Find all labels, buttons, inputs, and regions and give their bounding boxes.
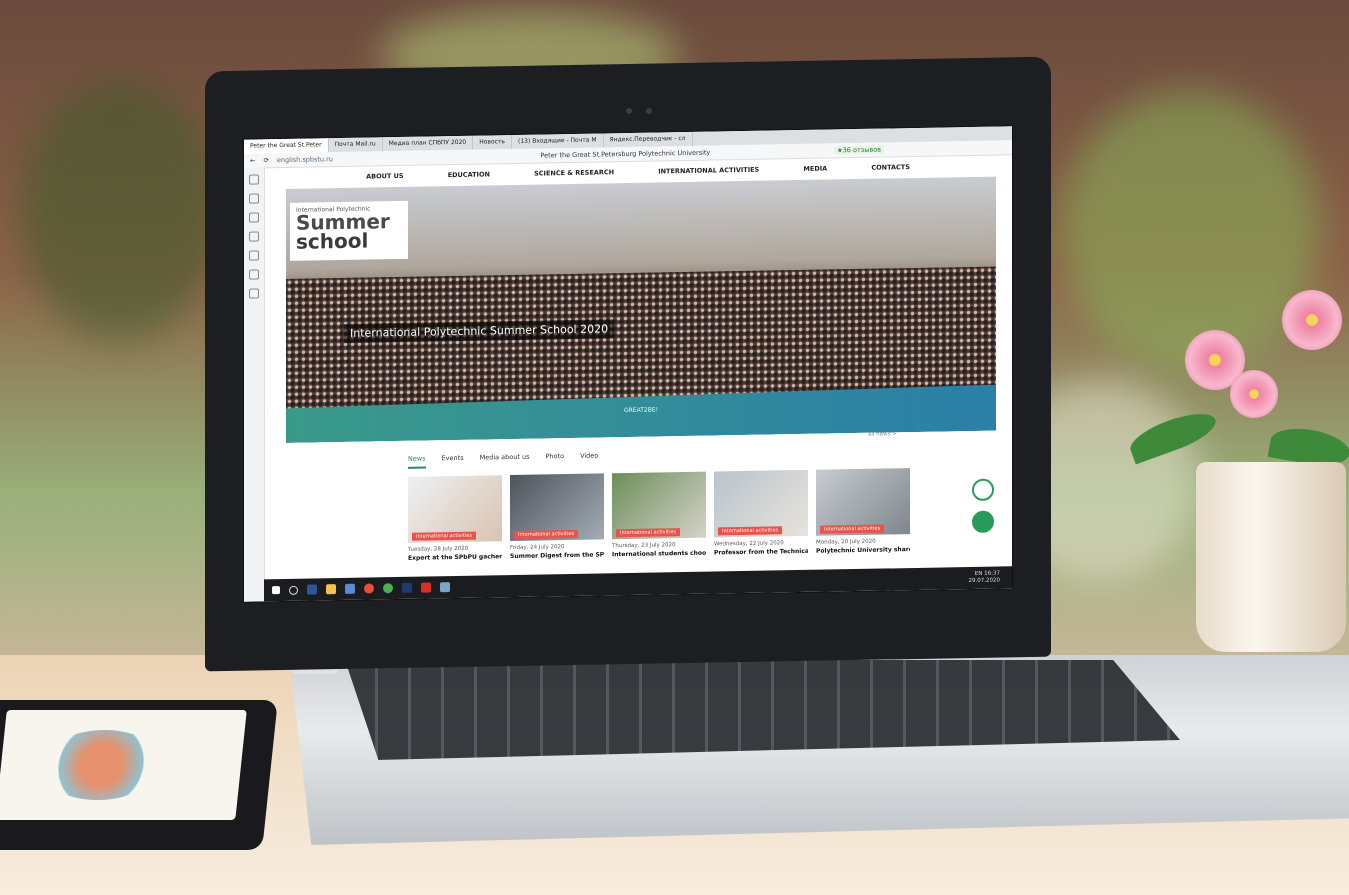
- tab-events[interactable]: Events: [442, 454, 464, 468]
- url-field[interactable]: english.spbstu.ru: [277, 154, 417, 164]
- news-photo: International activities: [714, 469, 808, 538]
- history-icon[interactable]: [249, 231, 259, 242]
- profile-icon[interactable]: [249, 174, 259, 185]
- news-title[interactable]: Expert at the SPbPU gachen: [408, 553, 502, 562]
- scroll-up-button[interactable]: [972, 478, 994, 501]
- nav-media[interactable]: MEDIA: [803, 165, 827, 173]
- category-tag[interactable]: International activities: [718, 526, 783, 536]
- reviews-badge[interactable]: ★36 отзывов: [833, 145, 884, 155]
- image-viewer-icon[interactable]: [440, 582, 450, 593]
- windows-start-icon[interactable]: [272, 586, 280, 595]
- collections-icon[interactable]: [249, 269, 259, 280]
- news-card[interactable]: International activities Wednesday, 22 J…: [714, 469, 808, 557]
- news-date: Monday, 20 July 2020: [816, 538, 876, 546]
- messenger-button[interactable]: [972, 510, 994, 533]
- tab-media-about-us[interactable]: Media about us: [480, 453, 530, 468]
- bokeh-foliage-right: [1060, 90, 1320, 370]
- flower: [1282, 290, 1342, 350]
- flower: [1230, 370, 1278, 418]
- word-icon[interactable]: [307, 584, 317, 595]
- summer-school-logo[interactable]: International Polytechnic Summer school: [290, 200, 408, 261]
- news-photo: International activities: [816, 468, 910, 536]
- star-icon[interactable]: [249, 250, 259, 261]
- browser-tab[interactable]: Новость: [473, 135, 512, 150]
- news-card[interactable]: International activities Friday, 24 July…: [510, 473, 604, 560]
- news-title[interactable]: Professor from the Technical: [714, 548, 808, 557]
- browser-tab[interactable]: (13) Входящие - Почта М: [511, 133, 604, 150]
- browser-tab[interactable]: Почта Mail.ru: [328, 137, 383, 153]
- file-explorer-icon[interactable]: [326, 584, 336, 595]
- news-title[interactable]: Polytechnic University shared: [816, 546, 910, 555]
- browser-tab[interactable]: Яндекс.Переводчик - сл: [603, 131, 693, 148]
- news-tabs: News Events Media about us Photo Video: [408, 452, 598, 469]
- clock-date: 29.07.2020: [968, 577, 1001, 585]
- category-tag[interactable]: International activities: [514, 529, 579, 539]
- tab-news[interactable]: News: [408, 454, 426, 469]
- reload-icon[interactable]: ⟳: [263, 156, 268, 164]
- browser-tab[interactable]: Peter the Great St.Peter: [244, 138, 329, 154]
- tab-video[interactable]: Video: [580, 452, 598, 466]
- nav-about[interactable]: ABOUT US: [366, 172, 403, 181]
- category-tag[interactable]: International activities: [616, 528, 681, 538]
- all-news-link[interactable]: all news >: [868, 431, 897, 438]
- nav-contacts[interactable]: CONTACTS: [871, 163, 910, 172]
- webcam-sensor: [646, 108, 652, 114]
- category-tag[interactable]: International activities: [412, 531, 477, 541]
- pdf-icon[interactable]: [421, 582, 431, 593]
- news-date: Wednesday, 22 July 2020: [714, 540, 784, 548]
- news-date: Tuesday, 28 July 2020: [408, 545, 469, 553]
- chrome-icon[interactable]: [383, 583, 393, 594]
- bokeh-foliage-left: [20, 80, 220, 340]
- tablet-screen: [0, 710, 247, 820]
- nav-international[interactable]: INTERNATIONAL ACTIVITIES: [658, 166, 759, 176]
- news-title[interactable]: International students choose: [612, 550, 706, 559]
- extensions-area: [892, 147, 1012, 149]
- app-icon[interactable]: [345, 583, 355, 594]
- news-card[interactable]: International activities Thursday, 23 Ju…: [612, 471, 706, 559]
- flower-pot: [1196, 462, 1346, 652]
- system-tray: EN 16:37 29.07.2020: [969, 571, 1001, 586]
- tab-photo[interactable]: Photo: [546, 452, 565, 466]
- tablet-device: [0, 700, 278, 850]
- news-card[interactable]: International activities Tuesday, 28 Jul…: [408, 475, 502, 562]
- news-photo: International activities: [612, 471, 706, 540]
- apps-icon[interactable]: [249, 193, 259, 204]
- news-cards: International activities Tuesday, 28 Jul…: [408, 468, 910, 562]
- news-date: Thursday, 23 July 2020: [612, 542, 676, 550]
- bell-icon[interactable]: [249, 212, 259, 223]
- news-photo: International activities: [408, 475, 502, 543]
- tablet-illustration: [37, 730, 165, 800]
- nav-science[interactable]: SCIENCE & RESEARCH: [534, 168, 614, 177]
- laptop-screen: Peter the Great St.Peter Почта Mail.ru М…: [244, 126, 1012, 602]
- browser-sidebar: [244, 167, 265, 602]
- clock-time: 16:37: [984, 570, 1000, 577]
- play-icon[interactable]: [249, 288, 259, 299]
- back-icon[interactable]: ←: [250, 157, 255, 165]
- nav-education[interactable]: EDUCATION: [448, 170, 490, 179]
- yandex-browser-icon[interactable]: [364, 583, 374, 594]
- news-title[interactable]: Summer Digest from the SPbPU: [510, 551, 604, 560]
- photoshop-icon[interactable]: [402, 582, 412, 593]
- browser-tab[interactable]: Медиа план СПбПУ 2020: [382, 135, 474, 152]
- news-date: Friday, 24 July 2020: [510, 544, 565, 552]
- news-card[interactable]: International activities Monday, 20 July…: [816, 468, 910, 555]
- news-photo: International activities: [510, 473, 604, 542]
- category-tag[interactable]: International activities: [820, 524, 885, 534]
- hero-photo: International Polytechnic Summer school …: [286, 176, 996, 419]
- language-indicator[interactable]: EN: [975, 571, 983, 577]
- search-icon[interactable]: [289, 585, 298, 595]
- webcam: [626, 108, 632, 114]
